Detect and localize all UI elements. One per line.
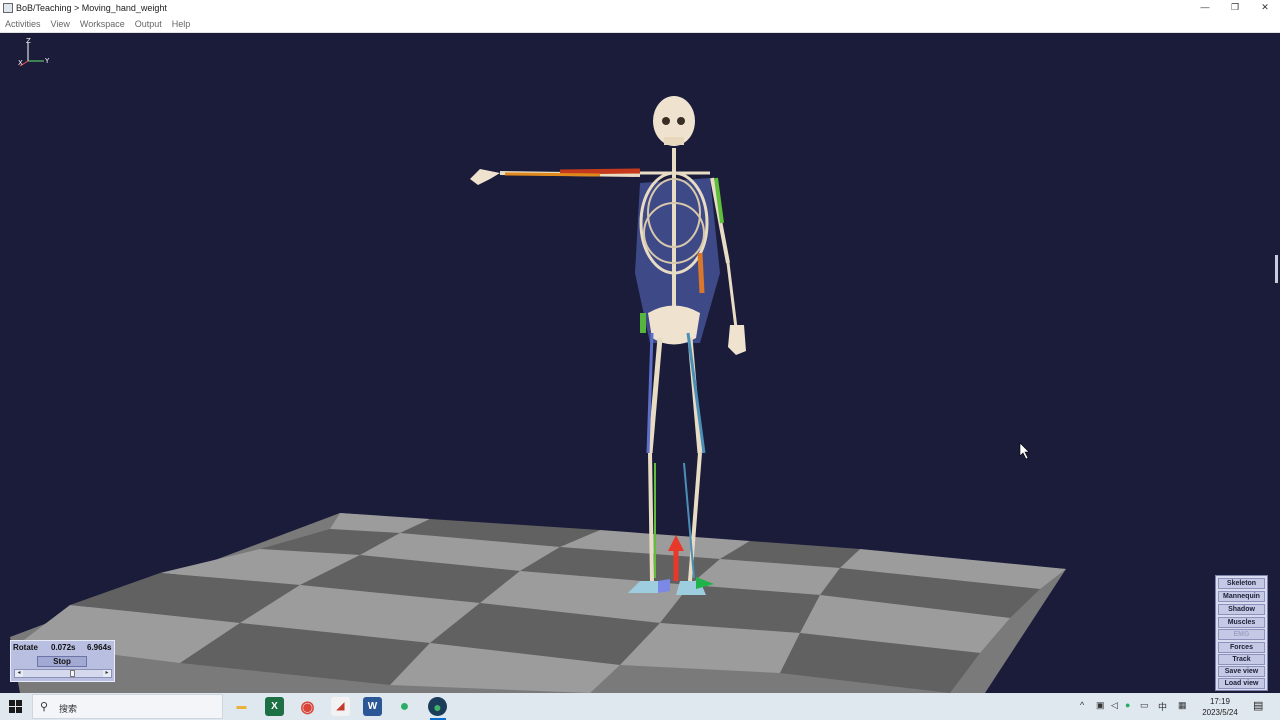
floor-grid — [10, 513, 1066, 693]
taskbar-clock[interactable]: 17:19 2023/5/24 — [1196, 696, 1244, 718]
taskbar: ⚲ 搜索 ▬ X ◉ ◢ W ● ● ^ ▣ ◁ ● ▭ 中 ▦ 17:19 2… — [0, 693, 1280, 720]
menu-help[interactable]: Help — [167, 19, 196, 29]
acrobat-icon[interactable]: ◢ — [331, 697, 350, 716]
mode-label[interactable]: Rotate — [13, 643, 38, 652]
load-view-button[interactable]: Load view — [1218, 678, 1265, 689]
notification-icon[interactable]: ▤ — [1253, 699, 1263, 712]
app-icon — [3, 3, 13, 13]
save-view-button[interactable]: Save view — [1218, 666, 1265, 677]
menu-activities[interactable]: Activities — [0, 19, 46, 29]
close-button[interactable]: ✕ — [1250, 0, 1280, 14]
playback-panel: Rotate 0.072s 6.964s Stop ◂ ▸ — [10, 640, 115, 682]
forces-button[interactable]: Forces — [1218, 642, 1265, 653]
view-options-panel: Skeleton Mannequin Shadow Muscles EMG Fo… — [1215, 575, 1268, 691]
menu-workspace[interactable]: Workspace — [75, 19, 130, 29]
timeline-slider[interactable]: ◂ ▸ — [14, 669, 112, 678]
file-explorer-icon[interactable]: ▬ — [232, 697, 251, 716]
menu-view[interactable]: View — [46, 19, 75, 29]
menu-bar: Activities View Workspace Output Help — [0, 16, 1280, 33]
emg-button: EMG — [1218, 629, 1265, 640]
window-title: BoB/Teaching > Moving_hand_weight — [16, 3, 167, 13]
chrome-icon[interactable]: ◉ — [298, 697, 317, 716]
current-time: 0.072s — [51, 643, 76, 652]
excel-icon[interactable]: X — [265, 697, 284, 716]
scene-canvas[interactable] — [0, 33, 1280, 693]
skeleton-button[interactable]: Skeleton — [1218, 578, 1265, 589]
timeline-slider-thumb[interactable] — [69, 670, 75, 677]
axis-z-label: Z — [26, 37, 31, 45]
track-button[interactable]: Track — [1218, 654, 1265, 665]
keyboard-icon[interactable]: ▦ — [1178, 700, 1187, 711]
volume-icon[interactable]: ◁ — [1111, 700, 1118, 711]
shadow-button[interactable]: Shadow — [1218, 604, 1265, 615]
windows-start-icon[interactable] — [9, 700, 22, 713]
mannequin-button[interactable]: Mannequin — [1218, 591, 1265, 602]
ime-indicator[interactable]: 中 — [1158, 700, 1167, 713]
step-forward-button[interactable]: ▸ — [103, 670, 111, 677]
tray-app-icon[interactable]: ▣ — [1096, 700, 1105, 711]
step-back-button[interactable]: ◂ — [15, 670, 23, 677]
word-icon[interactable]: W — [363, 697, 382, 716]
tray-chevron-icon[interactable]: ^ — [1080, 700, 1084, 710]
title-bar: BoB/Teaching > Moving_hand_weight — ❐ ✕ — [0, 0, 1280, 16]
clock-time: 17:19 — [1209, 697, 1231, 706]
wechat-icon[interactable]: ● — [395, 697, 414, 716]
network-icon[interactable]: ▭ — [1140, 700, 1149, 711]
skeleton-model[interactable] — [470, 96, 746, 595]
taskbar-search-input[interactable]: ⚲ 搜索 — [32, 694, 223, 719]
muscles-button[interactable]: Muscles — [1218, 617, 1265, 628]
scroll-indicator[interactable] — [1275, 255, 1278, 283]
axis-y-label: Y — [45, 57, 50, 65]
search-icon: ⚲ — [40, 701, 49, 713]
3d-viewport[interactable]: Z X Y Rotate 0.072s 6.964s Stop ◂ ▸ Skel… — [0, 33, 1280, 693]
total-time: 6.964s — [87, 643, 112, 652]
axis-x-label: X — [18, 59, 23, 67]
mouse-cursor-icon — [1019, 442, 1030, 460]
restore-button[interactable]: ❐ — [1220, 0, 1250, 14]
wechat-tray-icon[interactable]: ● — [1125, 700, 1130, 710]
bob-app-icon[interactable]: ● — [428, 697, 447, 716]
minimize-button[interactable]: — — [1190, 0, 1220, 14]
window-controls: — ❐ ✕ — [1190, 0, 1280, 16]
stop-button[interactable]: Stop — [37, 656, 87, 667]
axis-triad-icon — [19, 43, 44, 67]
clock-date: 2023/5/24 — [1202, 708, 1238, 717]
search-placeholder: 搜索 — [59, 704, 78, 714]
menu-output[interactable]: Output — [130, 19, 167, 29]
